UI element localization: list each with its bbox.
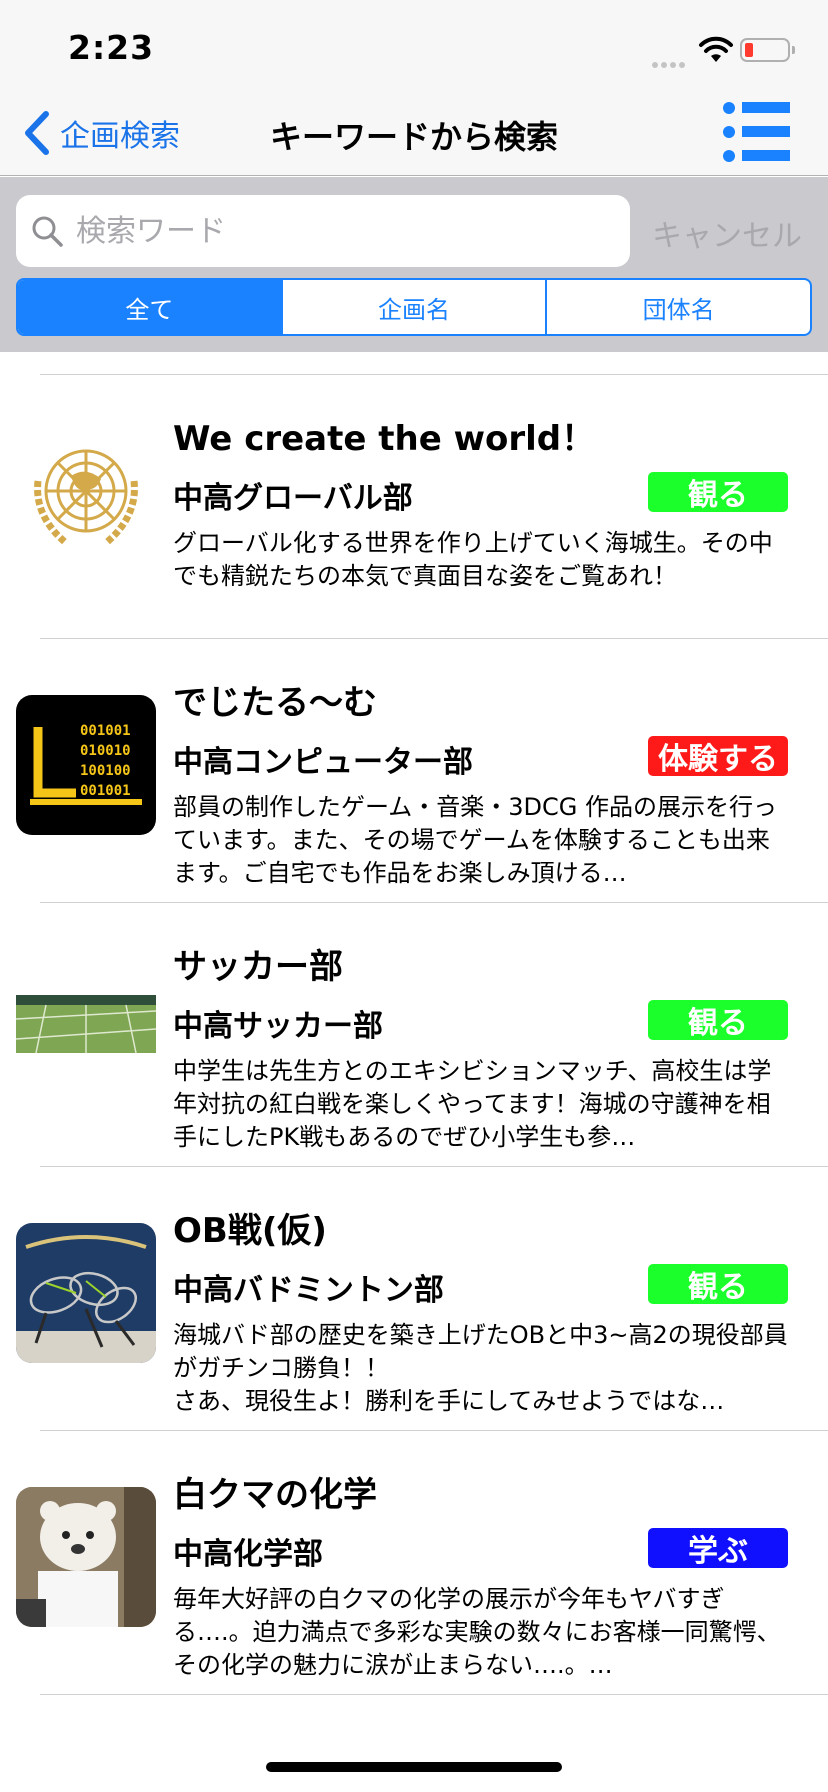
item-description: 海城バド部の歴史を築き上げたOBと中3~高2の現役部員がガチンコ勝負！！ さあ、… (173, 1321, 788, 1415)
scope-segmented-control: 全て 企画名 団体名 (16, 278, 812, 336)
binary-line: 001001 (80, 783, 131, 799)
home-indicator[interactable] (266, 1762, 562, 1772)
segment-all[interactable]: 全て (18, 280, 281, 334)
binary-line: 010010 (80, 743, 131, 759)
search-field[interactable] (16, 195, 630, 267)
search-input[interactable] (76, 213, 596, 249)
page-title: キーワードから検索 (269, 118, 558, 156)
item-description: 部員の制作したゲーム・音楽・3DCG 作品の展示を行っています。また、その場でゲ… (173, 793, 778, 887)
list-item[interactable]: サッカー部 中高サッカー部 観る 中学生は先生方とのエキシビションマッチ、高校生… (0, 903, 828, 1166)
segment-group-name[interactable]: 団体名 (545, 280, 810, 334)
watch-badge[interactable]: 観る (648, 1000, 788, 1041)
segment-project-name[interactable]: 企画名 (280, 280, 546, 334)
item-description: 中学生は先生方とのエキシビションマッチ、高校生は学年対抗の紅白戦を楽しくやってま… (173, 1057, 772, 1151)
row-separator (40, 1694, 828, 1695)
search-icon (32, 216, 63, 247)
navigation-bar: 企画検索 キーワードから検索 (0, 90, 828, 176)
list-item[interactable]: OB戦(仮) 中高バドミントン部 観る 海城バド部の歴史を築き上げたOBと中3~… (0, 1167, 828, 1430)
binary-line: 001001 (80, 723, 131, 739)
search-area: キャンセル 全て 企画名 団体名 (0, 177, 828, 352)
badminton-rackets-photo (16, 1223, 156, 1363)
item-description: グローバル化する世界を作り上げていく海城生。その中でも精鋭たちの本気で真面目な姿… (173, 529, 773, 590)
item-title: でじたる〜む (173, 683, 377, 723)
item-title: We create the world！ (173, 419, 596, 459)
item-group-name: 中高グローバル部 (173, 481, 413, 516)
list-item[interactable]: We create the world！ 中高グローバル部 観る グローバル化す… (0, 375, 828, 638)
item-group-name: 中高サッカー部 (173, 1009, 383, 1044)
item-group-name: 中高化学部 (173, 1537, 323, 1572)
computer-binary-icon: 001001 010010 100100 001001 (16, 695, 156, 835)
list-item[interactable]: 白クマの化学 中高化学部 学ぶ 毎年大好評の白クマの化学の展示が今年もヤバすぎる… (0, 1431, 828, 1694)
list-item[interactable]: 001001 010010 100100 001001 でじたる〜む 中高コンピ… (0, 639, 828, 902)
binary-line: 100100 (80, 763, 131, 779)
cellular-signal-icon (652, 53, 688, 72)
globe-emblem-icon (16, 431, 156, 571)
list-menu-icon[interactable] (722, 100, 792, 166)
status-bar: 2:23 (0, 0, 828, 90)
item-description: 毎年大好評の白クマの化学の展示が今年もヤバすぎる….。迫力満点で多彩な実験の数々… (173, 1585, 781, 1679)
watch-badge[interactable]: 観る (648, 472, 788, 513)
item-title: 白クマの化学 (173, 1475, 377, 1515)
learn-badge[interactable]: 学ぶ (648, 1528, 788, 1569)
watch-badge[interactable]: 観る (648, 1264, 788, 1305)
item-group-name: 中高コンピューター部 (173, 745, 473, 780)
cancel-button[interactable]: キャンセル (652, 211, 802, 255)
status-time: 2:23 (68, 28, 155, 67)
wifi-icon (699, 36, 733, 62)
soccer-field-photo (16, 959, 156, 1099)
item-title: サッカー部 (173, 947, 343, 987)
item-group-name: 中高バドミントン部 (173, 1273, 444, 1308)
battery-icon (740, 38, 795, 62)
screen: 2:23 企画検索 キーワードから検索 検索ワード キャンセル 全て 企画名 団… (0, 0, 828, 1792)
experience-badge[interactable]: 体験する (648, 736, 788, 777)
polar-bear-costume-photo (16, 1487, 156, 1627)
item-title: OB戦(仮) (173, 1211, 327, 1251)
